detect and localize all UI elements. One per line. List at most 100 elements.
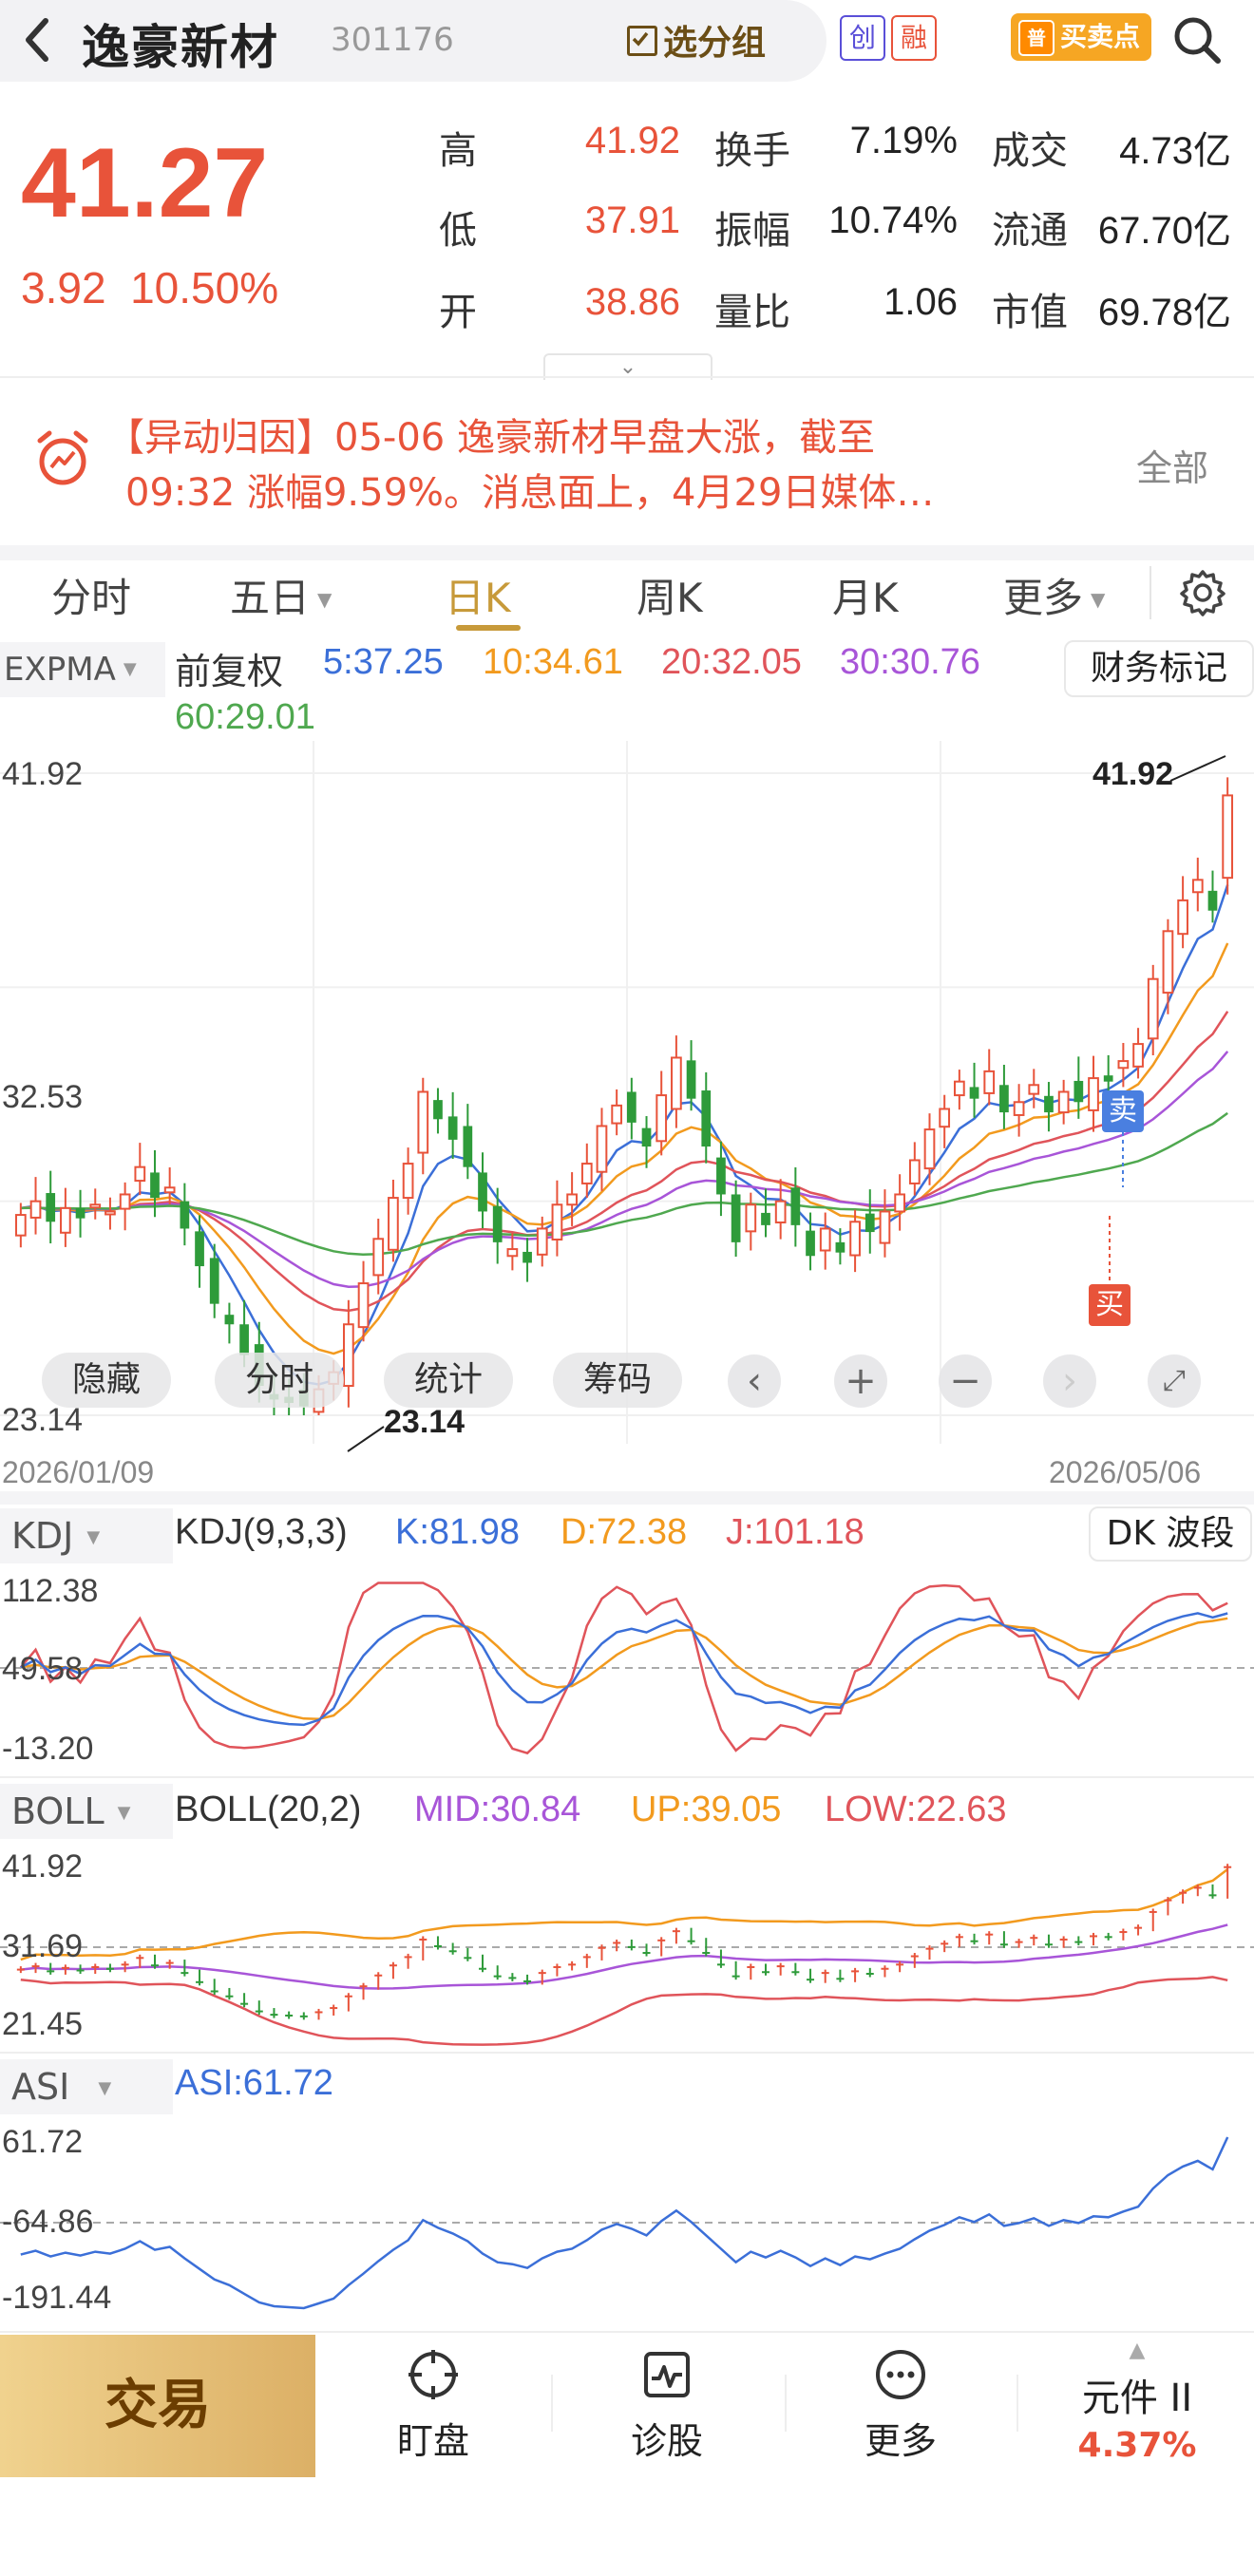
select-group-button[interactable]: 选分组 (627, 15, 766, 65)
main-indicator-selector[interactable]: EXPMA ▼ (0, 642, 165, 697)
kline-y-mid: 32.53 (2, 1079, 84, 1115)
checkbox-icon (627, 26, 657, 56)
candle-body (447, 1116, 458, 1140)
buy-sell-point-label: 买卖点 (1060, 21, 1141, 52)
kdj-tag-label: KDJ (11, 1515, 74, 1557)
candle-body (954, 1080, 965, 1097)
sell-signal-marker[interactable]: 卖 (1102, 1090, 1144, 1132)
kline-chart[interactable] (0, 741, 1254, 1453)
news-all-link[interactable]: 全部 (1136, 439, 1208, 491)
chevron-right-icon[interactable]: › (1043, 1354, 1096, 1408)
asi-selector[interactable]: ASI ▼ (0, 2059, 173, 2114)
candle-body (1147, 977, 1159, 1040)
candle-body (506, 1248, 519, 1258)
candle-body (671, 1056, 682, 1110)
tab-daily-k[interactable]: 日K (445, 566, 511, 624)
candle-body (1117, 1060, 1130, 1070)
zoom-in-icon[interactable]: + (834, 1354, 887, 1408)
boll-tag-label: BOLL (11, 1790, 104, 1832)
tab-weekly-k[interactable]: 周K (636, 566, 703, 624)
candle-body (60, 1206, 71, 1234)
caret-down-icon: ▼ (86, 1527, 101, 1547)
ma10-line (20, 942, 1229, 1355)
kline-y-high: 41.92 (2, 756, 84, 792)
caret-down-icon: ▼ (1091, 588, 1106, 611)
change-value: 3.92 (21, 263, 106, 313)
more-button[interactable]: 更多 (834, 2346, 967, 2464)
candle-body (433, 1100, 443, 1120)
diagnose-button[interactable]: 诊股 (600, 2346, 733, 2464)
buy-signal-marker[interactable]: 买 (1089, 1284, 1130, 1326)
active-tab-indicator (456, 625, 521, 631)
caret-up-icon: ▲ (1129, 2339, 1146, 2362)
trade-button[interactable]: 交易 (0, 2335, 315, 2477)
candle-body (372, 1238, 385, 1277)
pu-badge-icon: 普 (1018, 20, 1054, 56)
gear-icon[interactable] (1178, 568, 1227, 621)
dk-wave-button[interactable]: DK 波段 (1089, 1506, 1252, 1562)
candle-body (388, 1197, 399, 1251)
value-float-cap: 67.70亿 (1097, 210, 1231, 252)
section-gap (0, 545, 1254, 560)
divider (1150, 566, 1151, 619)
alarm-clock-icon (32, 427, 93, 492)
caret-down-icon: ▼ (123, 659, 137, 679)
back-icon[interactable] (19, 13, 57, 78)
boll-y-high: 41.92 (2, 1848, 84, 1885)
search-icon[interactable] (1170, 13, 1224, 70)
boll-mid-value: MID:30.84 (414, 1790, 581, 1829)
ma20-legend: 20:32.05 (661, 642, 802, 682)
kdj-selector[interactable]: KDJ ▼ (0, 1508, 173, 1563)
tab-intraday[interactable]: 分时 (51, 566, 131, 624)
candle-body (894, 1193, 905, 1213)
candle-body (806, 1230, 815, 1257)
chips-button[interactable]: 筹码 (553, 1353, 682, 1408)
crosshair-icon (367, 2346, 500, 2412)
candle-body (641, 1127, 652, 1147)
ma5-legend: 5:37.25 (323, 642, 444, 682)
candle-body (923, 1128, 936, 1170)
kdj-y-low: -13.20 (2, 1731, 94, 1767)
financial-mark-button[interactable]: 财务标记 (1064, 640, 1254, 697)
watch-label: 盯盘 (396, 2420, 469, 2462)
chinext-tag: 创 (840, 15, 885, 61)
tab-five-day[interactable]: 五日 ▼ (230, 566, 332, 624)
margin-tag: 融 (891, 15, 937, 61)
kline-ma-lines (20, 884, 1229, 1386)
tab-monthly-k[interactable]: 月K (832, 566, 899, 624)
fullscreen-icon[interactable]: ⤢ (1148, 1354, 1201, 1408)
tab-more[interactable]: 更多 ▼ (1003, 566, 1105, 624)
boll-up-value: UP:39.05 (631, 1790, 782, 1829)
boll-selector[interactable]: BOLL ▼ (0, 1784, 173, 1839)
statistics-button[interactable]: 统计 (384, 1353, 513, 1408)
more-label: 更多 (864, 2420, 937, 2462)
sector-component-button[interactable]: ▲ 元件 II 4.37% (1056, 2339, 1218, 2466)
adjust-mode[interactable]: 前复权 (175, 642, 283, 694)
news-anomaly[interactable]: 【异动归因】05-06 逸豪新材早盘大涨，截至 09:32 涨幅9.59%。消息面… (106, 410, 1094, 521)
candle-body (731, 1194, 741, 1242)
candle-body (1162, 930, 1174, 994)
hide-button[interactable]: 隐藏 (42, 1353, 171, 1408)
candle-body (908, 1159, 921, 1184)
candle-body (29, 1200, 42, 1219)
diagnose-label: 诊股 (630, 2420, 703, 2462)
candle-body (969, 1087, 979, 1099)
candle-body (835, 1241, 846, 1253)
candle-body (566, 1193, 578, 1206)
chevron-left-icon[interactable]: ‹ (728, 1354, 781, 1408)
label-volume-ratio: 量比 (714, 291, 790, 334)
peak-pointer-line (1169, 755, 1226, 782)
kdj-k-value: K:81.98 (395, 1512, 520, 1552)
candle-body (119, 1193, 131, 1210)
asi-tag-label: ASI (11, 2066, 70, 2108)
candle-body (46, 1193, 56, 1222)
zoom-out-icon[interactable]: − (939, 1354, 992, 1408)
ma60-legend: 60:29.01 (175, 697, 315, 737)
value-low: 37.91 (584, 199, 680, 241)
buy-sell-point-button[interactable]: 普买卖点 (1011, 13, 1151, 61)
kline-trough-label: 23.14 (384, 1404, 466, 1440)
kdj-name: KDJ(9,3,3) (175, 1512, 348, 1552)
watch-button[interactable]: 盯盘 (367, 2346, 500, 2464)
intraday-overlay-button[interactable]: 分时 (215, 1353, 344, 1408)
label-turnover: 换手 (714, 129, 790, 173)
